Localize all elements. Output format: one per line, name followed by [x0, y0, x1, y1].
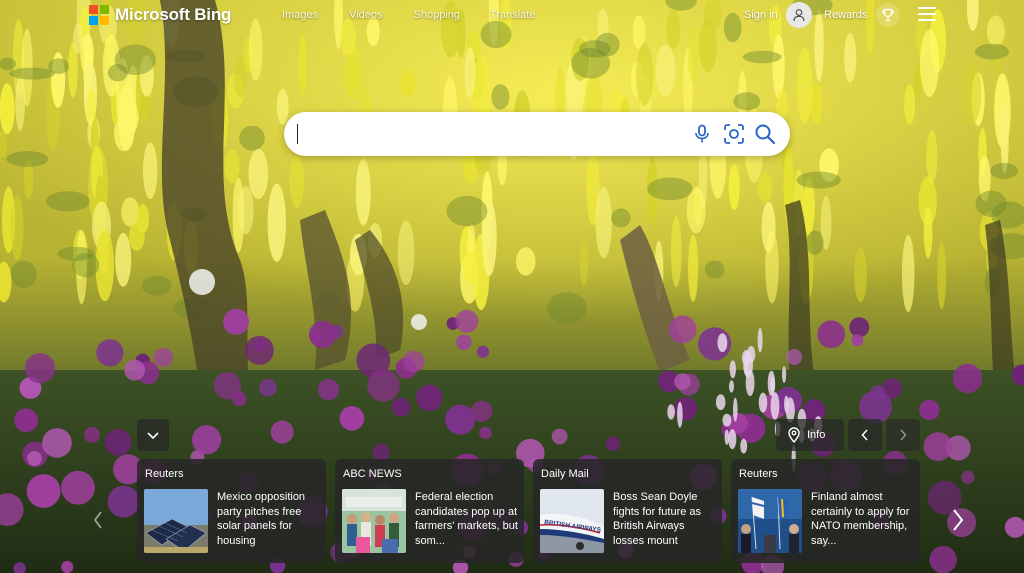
news-card[interactable]: Reuters Finland almost certainly to appl… [731, 459, 920, 563]
visual-search-icon[interactable] [722, 122, 746, 146]
top-nav: Images Videos Shopping Translate [282, 9, 563, 21]
bing-logo[interactable]: Microsoft Bing [89, 4, 231, 26]
location-pin-icon [788, 427, 800, 443]
news-source: ABC NEWS [343, 468, 402, 480]
nav-images[interactable]: Images [282, 9, 318, 21]
chevron-right-icon [900, 429, 907, 441]
nav-translate[interactable]: Translate [490, 9, 535, 21]
rewards-label: Rewards [824, 9, 868, 21]
news-scroll-right-button[interactable] [946, 506, 970, 534]
sign-in-label: Sign in [744, 9, 778, 21]
image-info-button[interactable]: Info [776, 419, 844, 451]
news-card[interactable]: Daily Mail BRITISH AIRWAYS Boss Sean Doy… [533, 459, 722, 563]
search-input[interactable] [298, 122, 688, 146]
news-card[interactable]: Reuters Mexico opposition party pitches … [137, 459, 326, 563]
crowd-image [342, 489, 406, 553]
next-image-button[interactable] [886, 419, 920, 451]
chevron-left-icon [861, 429, 868, 441]
news-card[interactable]: ABC NEWS Federal election candidates pop… [335, 459, 524, 563]
rewards-button[interactable]: Rewards [824, 2, 901, 28]
news-headline: Mexico opposition party pitches free sol… [217, 491, 306, 547]
sign-in-button[interactable]: Sign in [744, 2, 812, 28]
solar-panels-image [144, 489, 208, 553]
news-headline: Boss Sean Doyle fights for future as Bri… [613, 491, 702, 547]
microsoft-logo-icon [89, 5, 109, 25]
user-icon [785, 2, 812, 28]
top-bar: Microsoft Bing Images Videos Shopping Tr… [0, 0, 1024, 30]
news-scroll-left-button[interactable] [88, 508, 108, 532]
text-cursor [297, 124, 298, 144]
nav-shopping[interactable]: Shopping [414, 9, 461, 21]
news-carousel: Reuters Mexico opposition party pitches … [137, 459, 921, 563]
hamburger-menu-icon[interactable] [918, 7, 936, 21]
search-icon[interactable] [753, 122, 777, 146]
press-conference-image [738, 489, 802, 553]
collapse-feed-button[interactable] [137, 419, 169, 451]
search-box [284, 112, 790, 156]
news-source: Daily Mail [541, 468, 589, 480]
news-source: Reuters [145, 468, 184, 480]
nav-videos[interactable]: Videos [349, 9, 382, 21]
chevron-down-icon [147, 432, 159, 440]
microphone-icon[interactable] [690, 122, 714, 146]
british-airways-plane-image: BRITISH AIRWAYS [540, 489, 604, 553]
info-label: Info [807, 429, 826, 441]
chevron-right-icon [953, 509, 964, 531]
trophy-icon [876, 3, 901, 27]
brand-name: Microsoft Bing [115, 5, 232, 24]
news-source: Reuters [739, 468, 778, 480]
chevron-left-icon [93, 511, 102, 529]
news-headline: Finland almost certainly to apply for NA… [811, 491, 910, 547]
previous-image-button[interactable] [848, 419, 882, 451]
news-headline: Federal election candidates pop up at fa… [415, 491, 518, 547]
